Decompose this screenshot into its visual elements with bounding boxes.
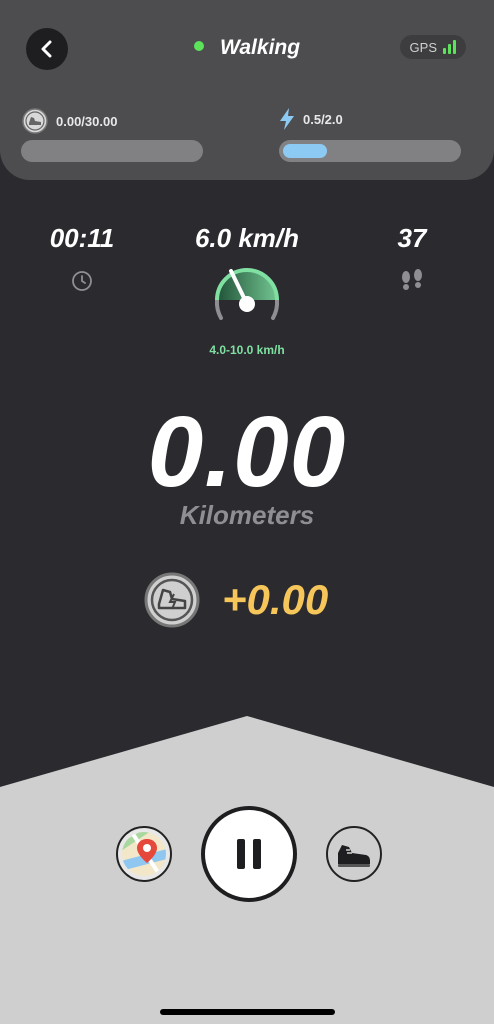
- top-panel: Walking GPS 0.00/30.00 0.5/2.0: [0, 0, 494, 180]
- reward-row: +0.00: [144, 572, 328, 628]
- distance-unit: Kilometers: [179, 500, 315, 530]
- energy-progress-fill: [283, 144, 327, 158]
- signal-bars-icon: [443, 40, 456, 54]
- pause-button[interactable]: [201, 806, 297, 902]
- mode-label: Walking: [219, 36, 301, 59]
- current-speed: 6.0 km/h: [194, 223, 300, 253]
- map-button[interactable]: [116, 826, 172, 882]
- energy-progress-label: 0.5/2.0: [279, 108, 343, 130]
- coin-progress-bar: [21, 140, 203, 162]
- sneaker-icon: [338, 845, 370, 867]
- footprints-icon: [402, 269, 422, 290]
- lightning-icon: [280, 108, 294, 130]
- elapsed-time: 00:11: [49, 223, 115, 253]
- reward-value: +0.00: [222, 576, 329, 623]
- energy-progress-bar: [279, 140, 461, 162]
- distance-value: 0.00: [147, 396, 347, 508]
- map-pin-icon: [122, 832, 166, 876]
- clock-icon: [72, 271, 92, 291]
- coin-progress-text: 0.00/30.00: [56, 113, 118, 129]
- speed-range: 4.0-10.0 km/h: [209, 343, 285, 357]
- shoe-coin-icon: [22, 108, 48, 134]
- gps-indicator: GPS: [399, 35, 466, 59]
- home-indicator: [160, 1009, 335, 1015]
- shoe-button[interactable]: [326, 826, 382, 882]
- step-count: 37: [397, 223, 427, 253]
- shoe-coin-icon: [144, 572, 200, 628]
- gps-label: GPS: [409, 39, 437, 55]
- speedometer-icon: [214, 268, 280, 320]
- coin-progress-label: 0.00/30.00: [22, 108, 117, 134]
- energy-progress-text: 0.5/2.0: [303, 111, 343, 127]
- status-dot: [193, 41, 204, 52]
- pause-icon: [237, 839, 261, 869]
